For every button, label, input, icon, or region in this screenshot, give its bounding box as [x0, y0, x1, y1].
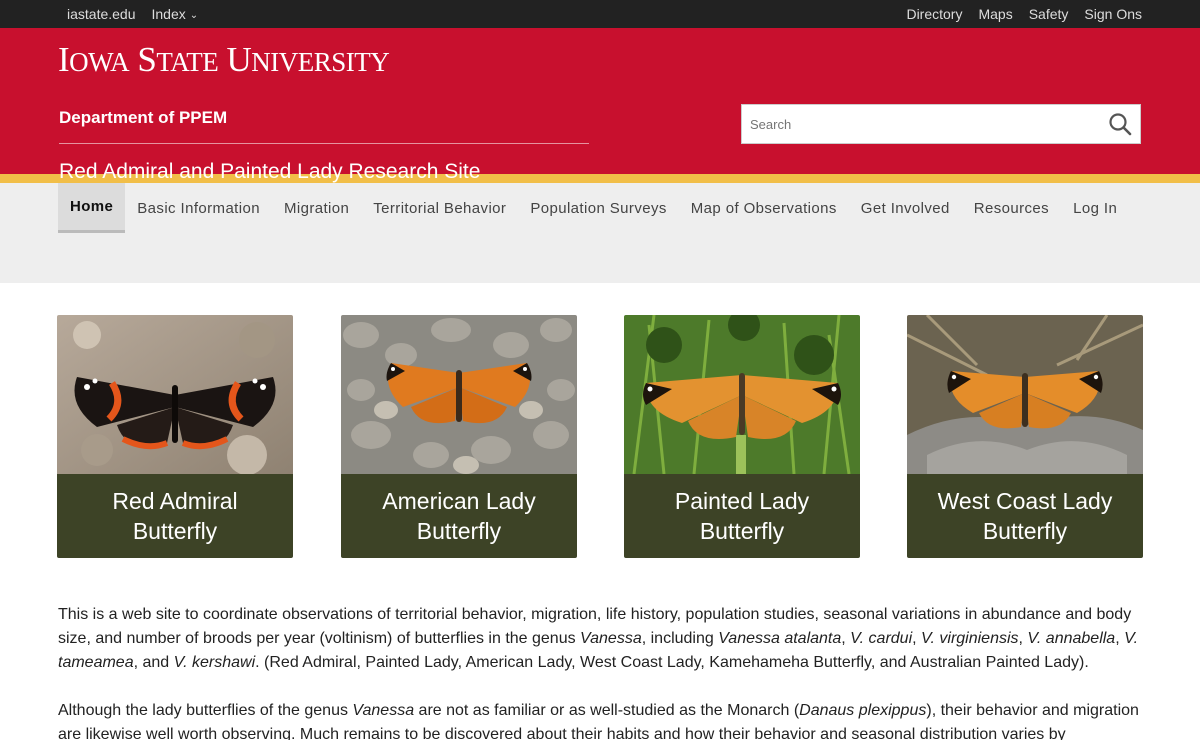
card-caption[interactable]: West Coast Lady Butterfly: [907, 474, 1143, 558]
safety-link[interactable]: Safety: [1029, 6, 1069, 22]
card-title-line1: American Lady: [382, 488, 536, 514]
species-name: Vanessa: [580, 630, 642, 647]
card-red-admiral[interactable]: Red Admiral Butterfly: [57, 315, 293, 558]
search-icon[interactable]: [1100, 104, 1140, 144]
nav-get-involved[interactable]: Get Involved: [849, 183, 962, 233]
utility-bar: iastate.edu Index ⌄ Directory Maps Safety…: [0, 0, 1200, 28]
species-cards: Red Admiral Butterfly American Lady Butter…: [0, 283, 1200, 603]
species-name: V. kershawi: [173, 654, 256, 671]
species-name: V. cardui: [850, 630, 913, 647]
sign-ons-link[interactable]: Sign Ons: [1084, 6, 1142, 22]
west-coast-lady-photo: [907, 315, 1143, 474]
species-name: V. annabella: [1027, 630, 1116, 647]
text-span: ,: [912, 630, 922, 647]
species-name: Vanessa: [352, 702, 415, 719]
chevron-down-icon: ⌄: [189, 10, 199, 21]
card-american-lady[interactable]: American Lady Butterfly: [341, 315, 577, 558]
search-input[interactable]: [742, 105, 1100, 143]
species-name: Danaus plexippus: [799, 702, 927, 719]
nav-map-of-observations[interactable]: Map of Observations: [679, 183, 849, 233]
department-name[interactable]: Department of PPEM: [59, 108, 227, 128]
intro-paragraph-1: This is a web site to coordinate observa…: [58, 603, 1142, 675]
main-nav: Home Basic Information Migration Territo…: [0, 183, 1200, 283]
directory-link[interactable]: Directory: [906, 6, 962, 22]
card-title-line2: Butterfly: [416, 518, 502, 544]
card-caption[interactable]: Red Admiral Butterfly: [57, 474, 293, 558]
nav-log-in[interactable]: Log In: [1061, 183, 1129, 233]
nav-migration[interactable]: Migration: [272, 183, 361, 233]
nav-population-surveys[interactable]: Population Surveys: [518, 183, 678, 233]
text-span: ,: [1115, 630, 1125, 647]
card-west-coast-lady[interactable]: West Coast Lady Butterfly: [907, 315, 1143, 558]
nav-territorial-behavior[interactable]: Territorial Behavior: [361, 183, 518, 233]
card-title-line2: Butterfly: [132, 518, 218, 544]
intro-paragraph-2: Although the lady butterflies of the gen…: [58, 699, 1142, 740]
card-title-line1: West Coast Lady: [937, 488, 1113, 514]
card-title-line2: Butterfly: [699, 518, 785, 544]
nav-basic-information[interactable]: Basic Information: [125, 183, 272, 233]
nav-home[interactable]: Home: [58, 183, 126, 233]
card-title-line1: Red Admiral: [112, 488, 238, 514]
species-name: Vanessa atalanta: [718, 630, 842, 647]
card-caption[interactable]: Painted Lady Butterfly: [624, 474, 860, 558]
intro-content: This is a web site to coordinate observa…: [0, 603, 1200, 740]
index-menu[interactable]: Index ⌄: [152, 6, 199, 22]
text-span: , including: [641, 630, 719, 647]
text-span: . (Red Admiral, Painted Lady, American L…: [255, 654, 1089, 671]
site-title[interactable]: Red Admiral and Painted Lady Research Si…: [59, 160, 480, 184]
species-name: V. virginiensis: [921, 630, 1019, 647]
nav-resources[interactable]: Resources: [962, 183, 1061, 233]
site-header: IOWA STATE UNIVERSITY Department of PPEM…: [0, 28, 1200, 183]
text-span: Although the lady butterflies of the gen…: [58, 702, 353, 719]
iastate-link[interactable]: iastate.edu: [67, 6, 136, 22]
search-box: [741, 104, 1141, 144]
card-title-line2: Butterfly: [982, 518, 1068, 544]
card-painted-lady[interactable]: Painted Lady Butterfly: [624, 315, 860, 558]
red-admiral-photo: [57, 315, 293, 475]
card-title-line1: Painted Lady: [674, 488, 810, 514]
card-caption[interactable]: American Lady Butterfly: [341, 474, 577, 558]
american-lady-photo: [341, 315, 577, 474]
painted-lady-photo: [624, 315, 860, 475]
university-wordmark[interactable]: IOWA STATE UNIVERSITY: [58, 42, 390, 77]
text-span: ,: [841, 630, 851, 647]
header-divider: [59, 143, 589, 144]
index-label: Index: [151, 6, 186, 22]
text-span: are not as familiar or as well-studied a…: [414, 702, 800, 719]
maps-link[interactable]: Maps: [978, 6, 1012, 22]
text-span: , and: [133, 654, 174, 671]
